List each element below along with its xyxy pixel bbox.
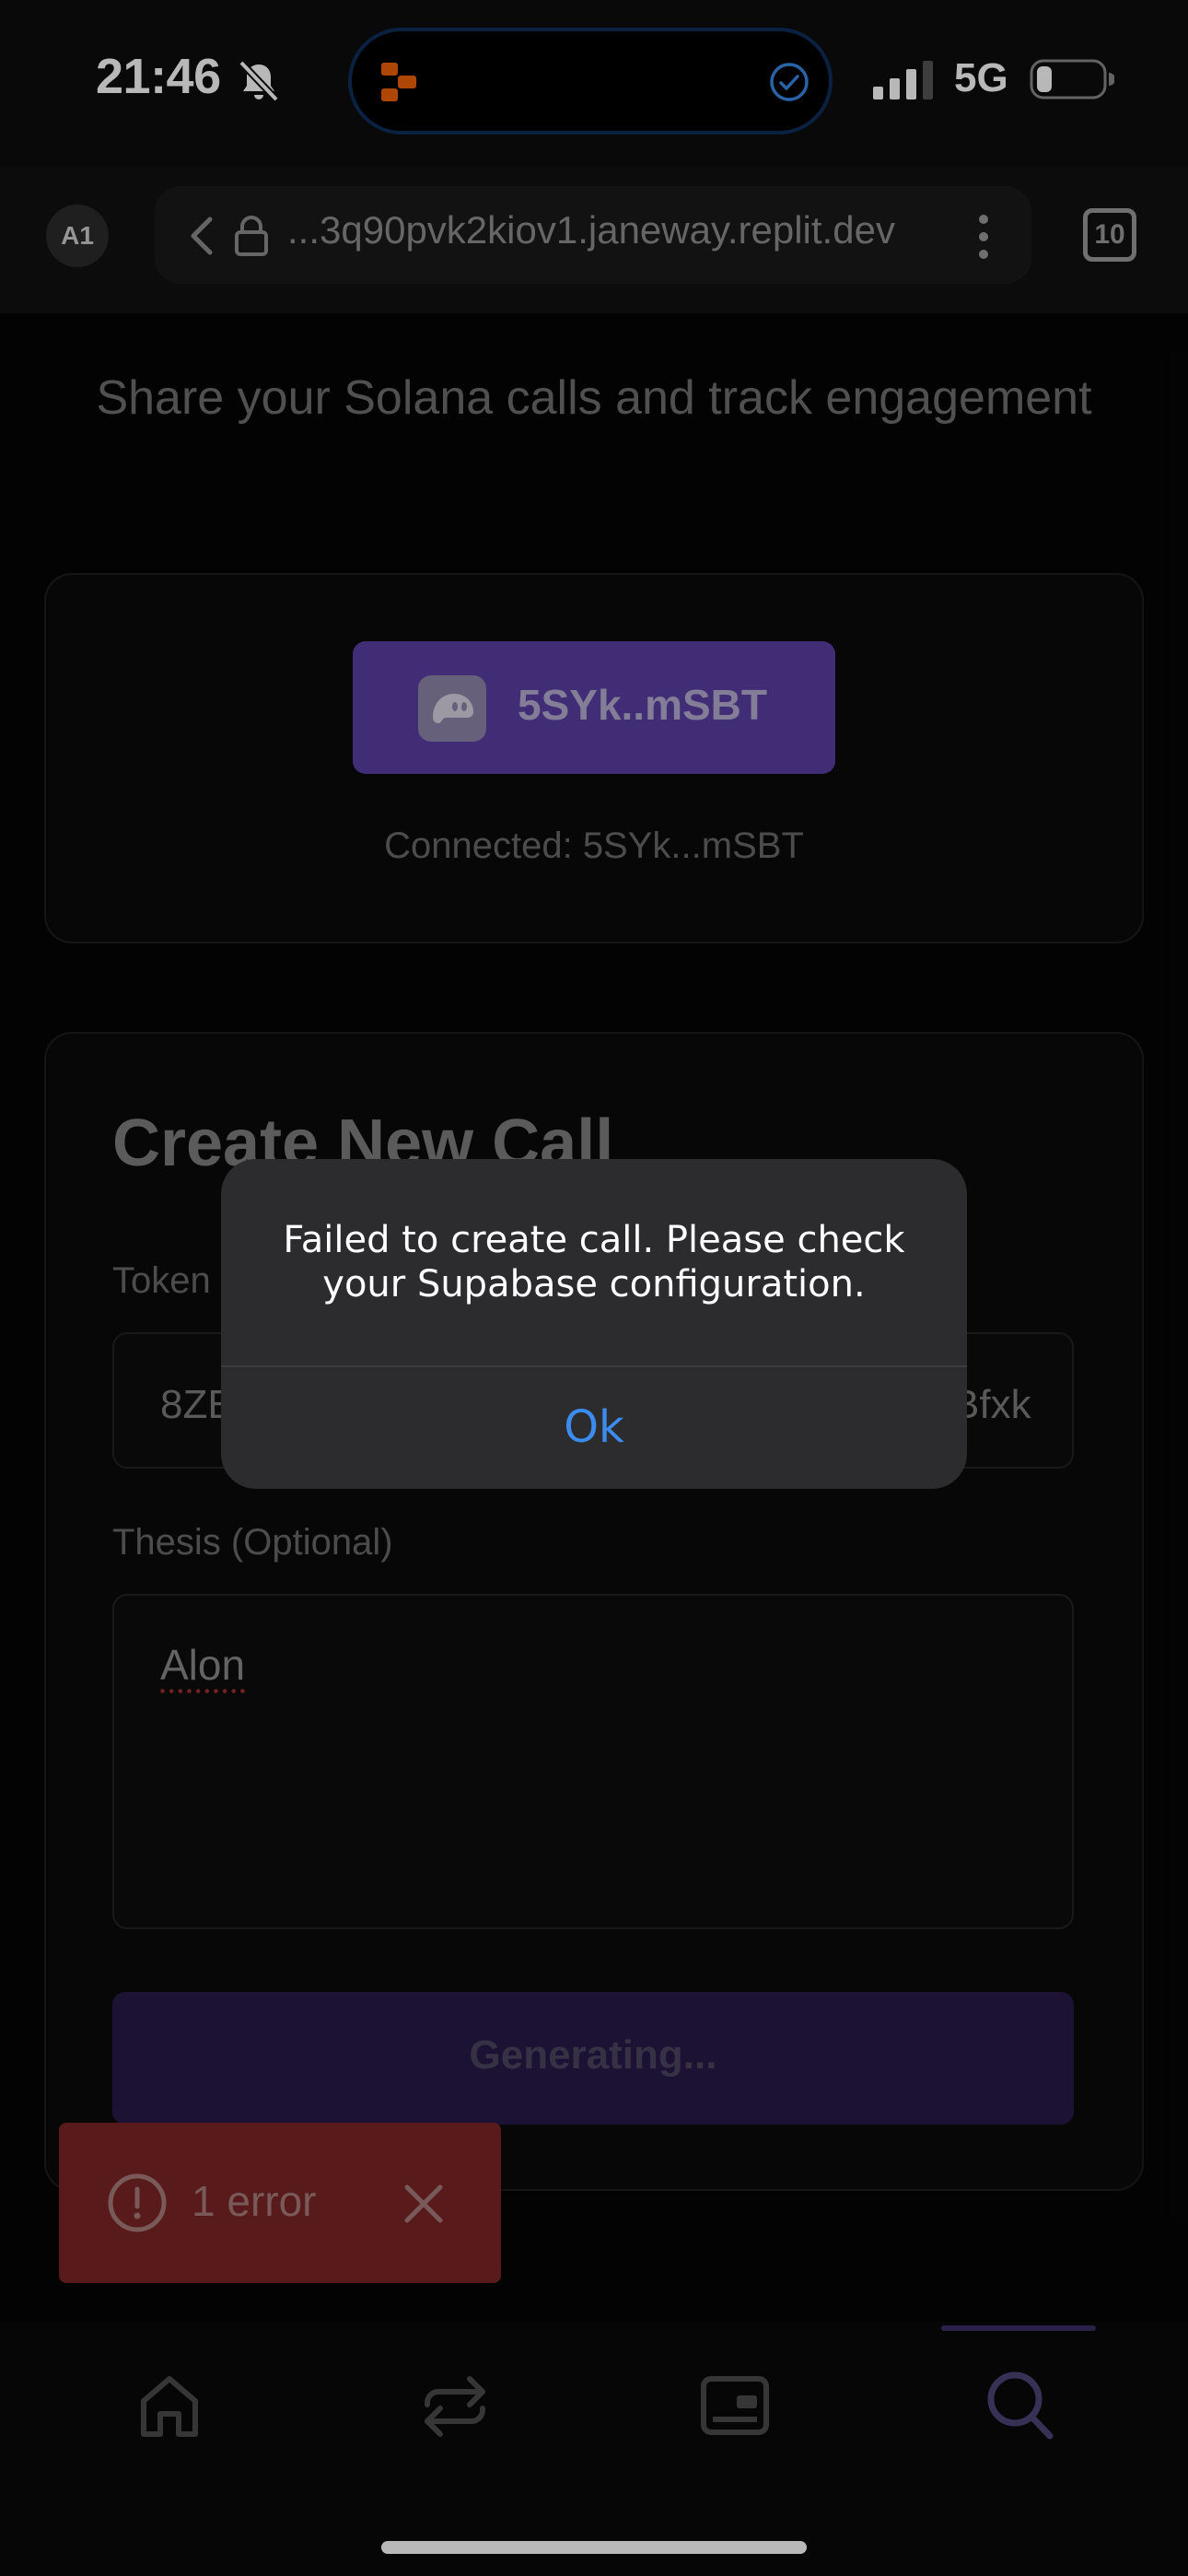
alert-message: Failed to create call. Please check your… <box>283 1219 905 1306</box>
alert-ok-button[interactable]: Ok <box>221 1367 967 1487</box>
